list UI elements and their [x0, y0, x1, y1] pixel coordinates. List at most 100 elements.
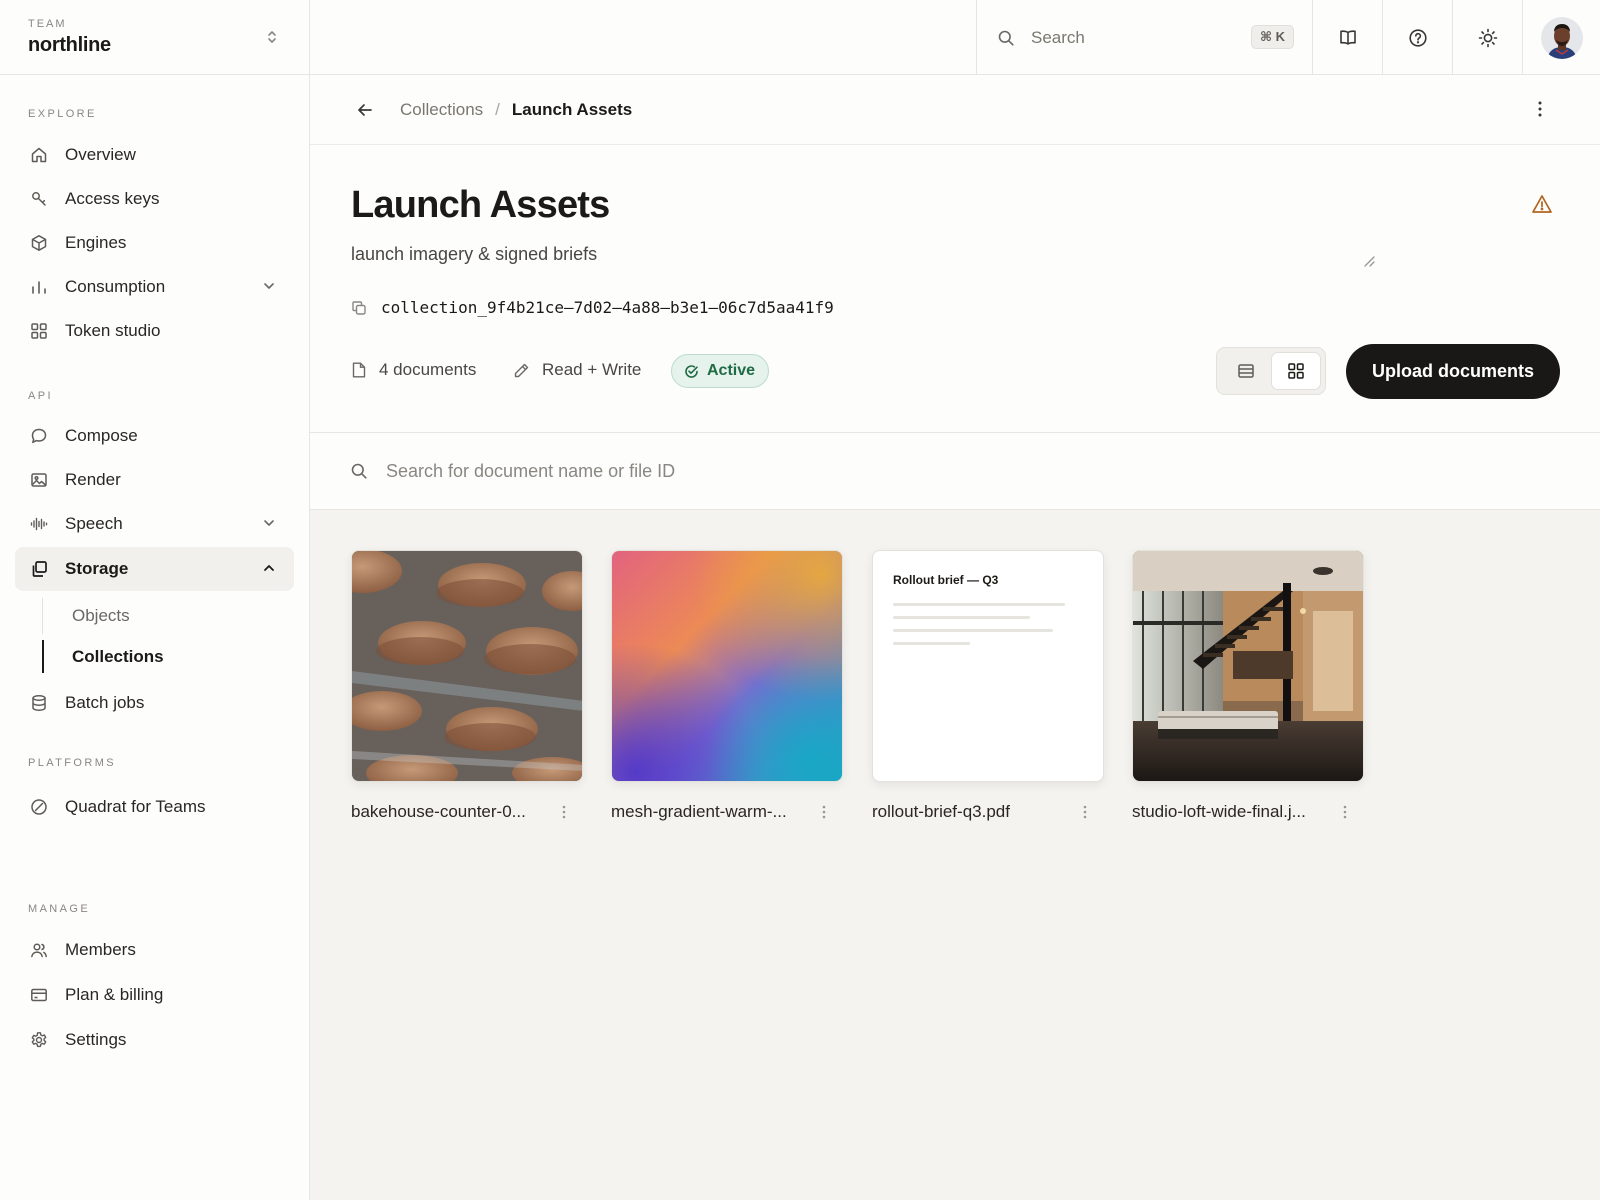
sidebar-item-plan-billing[interactable]: Plan & billing — [15, 973, 294, 1017]
sidebar-item-storage[interactable]: Storage — [15, 547, 294, 591]
back-arrow-icon[interactable] — [356, 101, 374, 119]
section-label-explore: EXPLORE — [28, 108, 97, 120]
breadcrumb-separator: / — [495, 99, 500, 119]
sidebar-item-overview[interactable]: Overview — [15, 133, 294, 177]
image-icon — [29, 470, 49, 490]
sidebar-item-label: Overview — [65, 145, 136, 164]
avatar — [1540, 16, 1583, 59]
sidebar-subitem-objects[interactable]: Objects — [42, 598, 282, 634]
sidebar-item-label: Speech — [65, 514, 123, 533]
breadcrumb-collections-link[interactable]: Collections — [400, 100, 483, 120]
document-card[interactable]: Rollout brief — Q3 rollout-brief-q3.pdf — [872, 550, 1104, 822]
breadcrumb-current: Launch Assets — [511, 99, 633, 119]
sidebar-subitem-collections[interactable]: Collections — [42, 640, 282, 673]
view-toggle — [1216, 347, 1326, 395]
sidebar-item-label: Render — [65, 470, 121, 489]
pdf-preview-line — [893, 642, 970, 645]
docs-button[interactable] — [1312, 0, 1382, 75]
breadcrumb: Collections / Launch Assets — [310, 75, 1600, 145]
sidebar-item-label: Engines — [65, 233, 127, 252]
sidebar-item-access-keys[interactable]: Access keys — [15, 177, 294, 221]
team-label: TEAM — [28, 18, 67, 30]
chevron-up-icon[interactable] — [262, 561, 276, 575]
collection-id-value: collection_9f4b21ce–7d02–4a88–b3e1–06c7d… — [381, 298, 834, 317]
more-vertical-icon[interactable] — [1078, 804, 1092, 820]
document-thumbnail[interactable] — [1132, 550, 1364, 782]
grid-view-button[interactable] — [1271, 352, 1321, 390]
list-icon — [1237, 362, 1255, 380]
sidebar-item-label: Compose — [65, 426, 138, 445]
sidebar-item-label: Consumption — [65, 277, 166, 296]
gear-icon — [29, 1030, 49, 1050]
shortcut-hint: ⌘ K — [1250, 25, 1294, 49]
more-vertical-icon[interactable] — [1338, 804, 1352, 820]
collection-description-field[interactable]: launch imagery & signed briefs — [351, 244, 1381, 278]
document-card[interactable]: mesh-gradient-warm-... — [611, 550, 843, 822]
check-circle-icon — [684, 364, 699, 379]
cube-icon — [29, 233, 49, 253]
sidebar-item-batch-jobs[interactable]: Batch jobs — [15, 681, 294, 725]
chevron-up-down-icon[interactable] — [265, 28, 279, 46]
sidebar-item-settings[interactable]: Settings — [15, 1018, 294, 1062]
users-icon — [29, 940, 49, 960]
file-icon — [351, 361, 367, 379]
key-icon — [29, 189, 49, 209]
section-label-platforms: PLATFORMS — [28, 757, 117, 769]
list-view-button[interactable] — [1221, 352, 1271, 390]
waveform-icon — [29, 514, 49, 534]
sidebar-item-members[interactable]: Members — [15, 928, 294, 972]
document-count-label: 4 documents — [379, 360, 477, 379]
bar-chart-icon — [29, 277, 49, 297]
pdf-preview-line — [893, 629, 1053, 632]
sidebar-item-label: Plan & billing — [65, 985, 164, 1004]
help-circle-icon — [1408, 28, 1428, 48]
sidebar-item-compose[interactable]: Compose — [15, 414, 294, 458]
document-search-input[interactable] — [386, 460, 1086, 482]
document-card[interactable]: studio-loft-wide-final.j... — [1132, 550, 1364, 822]
global-search[interactable]: Search ⌘ K — [976, 0, 1312, 75]
permission-indicator: Read + Write — [513, 352, 641, 388]
page-title: Launch Assets — [351, 184, 610, 226]
sidebar-item-consumption[interactable]: Consumption — [15, 265, 294, 309]
gradient-preview — [612, 551, 842, 781]
document-thumbnail[interactable]: Rollout brief — Q3 — [872, 550, 1104, 782]
upload-documents-button[interactable]: Upload documents — [1346, 344, 1560, 399]
sidebar-item-token-studio[interactable]: Token studio — [15, 309, 294, 353]
pencil-icon — [513, 362, 530, 379]
section-label-api: API — [28, 390, 53, 402]
sidebar-item-render[interactable]: Render — [15, 458, 294, 502]
team-switcher[interactable]: TEAM northline — [0, 0, 309, 75]
sidebar-item-quadrat-for-teams[interactable]: Quadrat for Teams — [15, 785, 294, 829]
sidebar-item-label: Quadrat for Teams — [65, 797, 206, 816]
document-name: studio-loft-wide-final.j... — [1132, 802, 1306, 821]
resize-handle-icon[interactable] — [1362, 254, 1376, 268]
copy-stack-icon — [29, 559, 49, 579]
more-vertical-icon[interactable] — [557, 804, 571, 820]
theme-toggle-button[interactable] — [1452, 0, 1522, 75]
macarons-photo — [352, 551, 582, 781]
sidebar-item-engines[interactable]: Engines — [15, 221, 294, 265]
chevron-down-icon[interactable] — [262, 279, 276, 293]
document-name: bakehouse-counter-0... — [351, 802, 526, 821]
document-name: mesh-gradient-warm-... — [611, 802, 787, 821]
sun-icon — [1478, 28, 1498, 48]
help-button[interactable] — [1382, 0, 1452, 75]
more-vertical-icon[interactable] — [1530, 99, 1550, 119]
section-label-manage: MANAGE — [28, 903, 91, 915]
chat-bubble-icon — [29, 426, 49, 446]
status-badge-label: Active — [707, 362, 756, 379]
document-thumbnail[interactable] — [351, 550, 583, 782]
status-badge: Active — [671, 354, 770, 388]
warning-triangle-icon[interactable] — [1531, 194, 1553, 214]
copy-icon[interactable] — [351, 300, 367, 316]
book-icon — [1338, 28, 1358, 48]
document-card[interactable]: bakehouse-counter-0... — [351, 550, 583, 822]
top-bar: Search ⌘ K — [310, 0, 1600, 75]
user-avatar-button[interactable] — [1522, 0, 1600, 75]
permission-label: Read + Write — [542, 360, 642, 379]
document-count: 4 documents — [351, 352, 476, 388]
more-vertical-icon[interactable] — [817, 804, 831, 820]
chevron-down-icon[interactable] — [262, 516, 276, 530]
sidebar-item-speech[interactable]: Speech — [15, 502, 294, 546]
document-thumbnail[interactable] — [611, 550, 843, 782]
